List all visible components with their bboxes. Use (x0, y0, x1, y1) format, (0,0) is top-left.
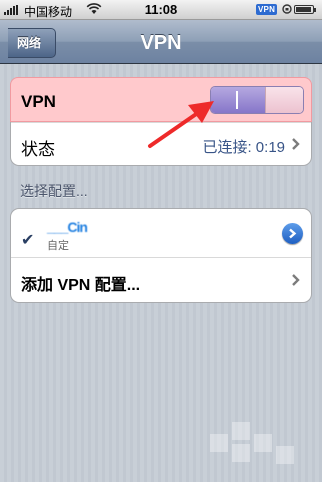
chevron-right-icon (292, 138, 300, 150)
vpn-settings-group: VPN 状态 已连接: 0:19 (10, 77, 312, 166)
config-name: ___Cin (47, 219, 88, 235)
status-label: 状态 (21, 140, 55, 159)
chevron-right-icon (289, 228, 297, 239)
vpn-label: VPN (21, 92, 56, 111)
config-row[interactable]: ✔ ___Cin 自定 (11, 209, 311, 257)
status-bar: 中国移动 11:08 VPN (0, 0, 322, 20)
add-config-label: 添加 VPN 配置... (21, 277, 141, 294)
config-type: 自定 (47, 240, 69, 252)
switch-knob[interactable] (265, 87, 303, 113)
on-indicator-icon (236, 91, 238, 109)
page-title: VPN (140, 32, 182, 54)
section-header: 选择配置... (20, 183, 88, 199)
chevron-right-icon (292, 274, 300, 286)
battery-icon (294, 5, 316, 14)
add-config-row[interactable]: 添加 VPN 配置... (11, 258, 311, 302)
vpn-switch[interactable] (210, 86, 304, 114)
connection-status-value: 已连接: 0:19 (202, 139, 285, 156)
navigation-bar: 网络 VPN (0, 20, 322, 64)
detail-disclosure-button[interactable] (282, 223, 303, 244)
vpn-config-group: ✔ ___Cin 自定 添加 VPN 配置... (10, 208, 312, 303)
vpn-toggle-row: VPN (10, 77, 312, 122)
rotation-lock-icon (282, 4, 292, 14)
vpn-status-badge: VPN (256, 4, 278, 15)
status-row[interactable]: 状态 已连接: 0:19 (11, 122, 311, 166)
switch-on-side (211, 87, 265, 113)
watermark-logo (210, 422, 294, 464)
checkmark-icon: ✔ (21, 232, 35, 249)
